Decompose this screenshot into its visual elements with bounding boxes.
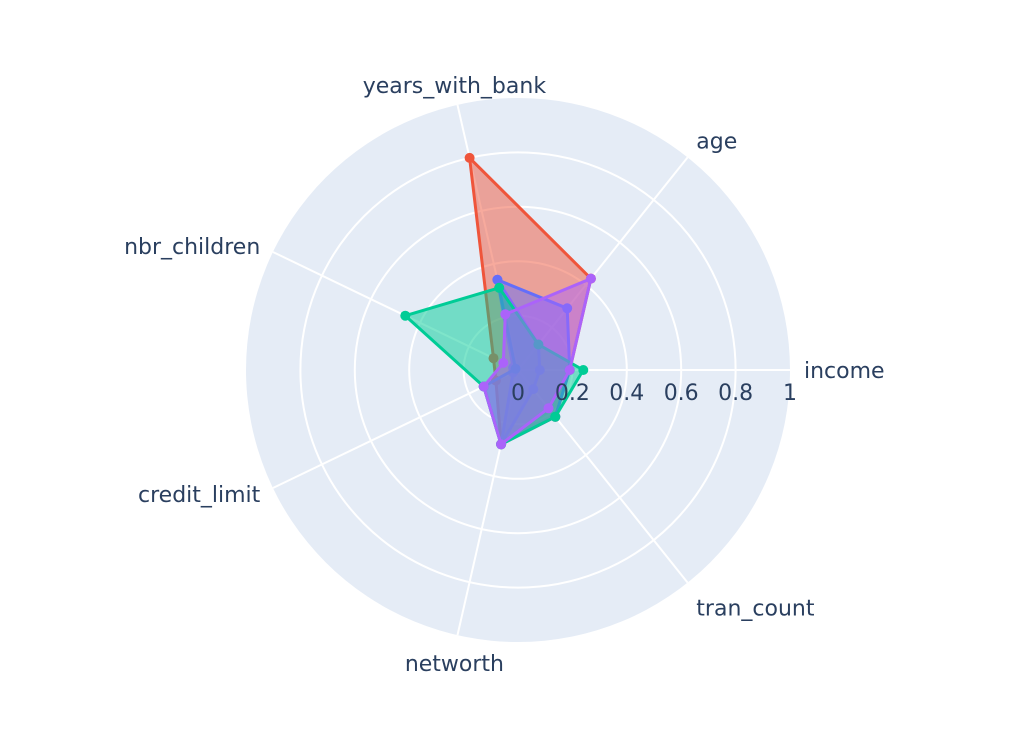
radial-tick-label: 0 — [511, 381, 525, 406]
data-point — [543, 403, 554, 414]
data-point — [578, 365, 589, 375]
data-point — [494, 282, 505, 293]
radial-tick-label: 0.4 — [609, 381, 644, 406]
axis-label-years_with_bank: years_with_bank — [363, 74, 547, 99]
axis-label-age: age — [696, 129, 737, 154]
axis-label-tran_count: tran_count — [696, 597, 815, 622]
axis-label-credit_limit: credit_limit — [138, 483, 261, 508]
data-point — [564, 365, 575, 375]
data-point — [498, 357, 509, 368]
radial-tick-label: 0.2 — [555, 381, 590, 406]
radar-chart: 0 0.2 0.4 0.6 0.8 1 income age years_with_banknb… — [124, 74, 885, 677]
data-point — [496, 439, 507, 450]
axis-label-nbr_children: nbr_children — [124, 235, 260, 260]
radial-tick-label: 0.8 — [718, 381, 753, 406]
data-point — [550, 411, 561, 422]
axis-label-networth: networth — [405, 652, 504, 677]
radial-tick-label: 1 — [783, 381, 797, 406]
radial-tick-label: 0.6 — [664, 381, 699, 406]
data-point — [400, 310, 411, 321]
data-point — [464, 152, 475, 163]
data-point — [478, 381, 489, 392]
data-point — [585, 273, 596, 284]
axis-label-income: income — [804, 359, 885, 384]
data-point — [500, 309, 511, 320]
